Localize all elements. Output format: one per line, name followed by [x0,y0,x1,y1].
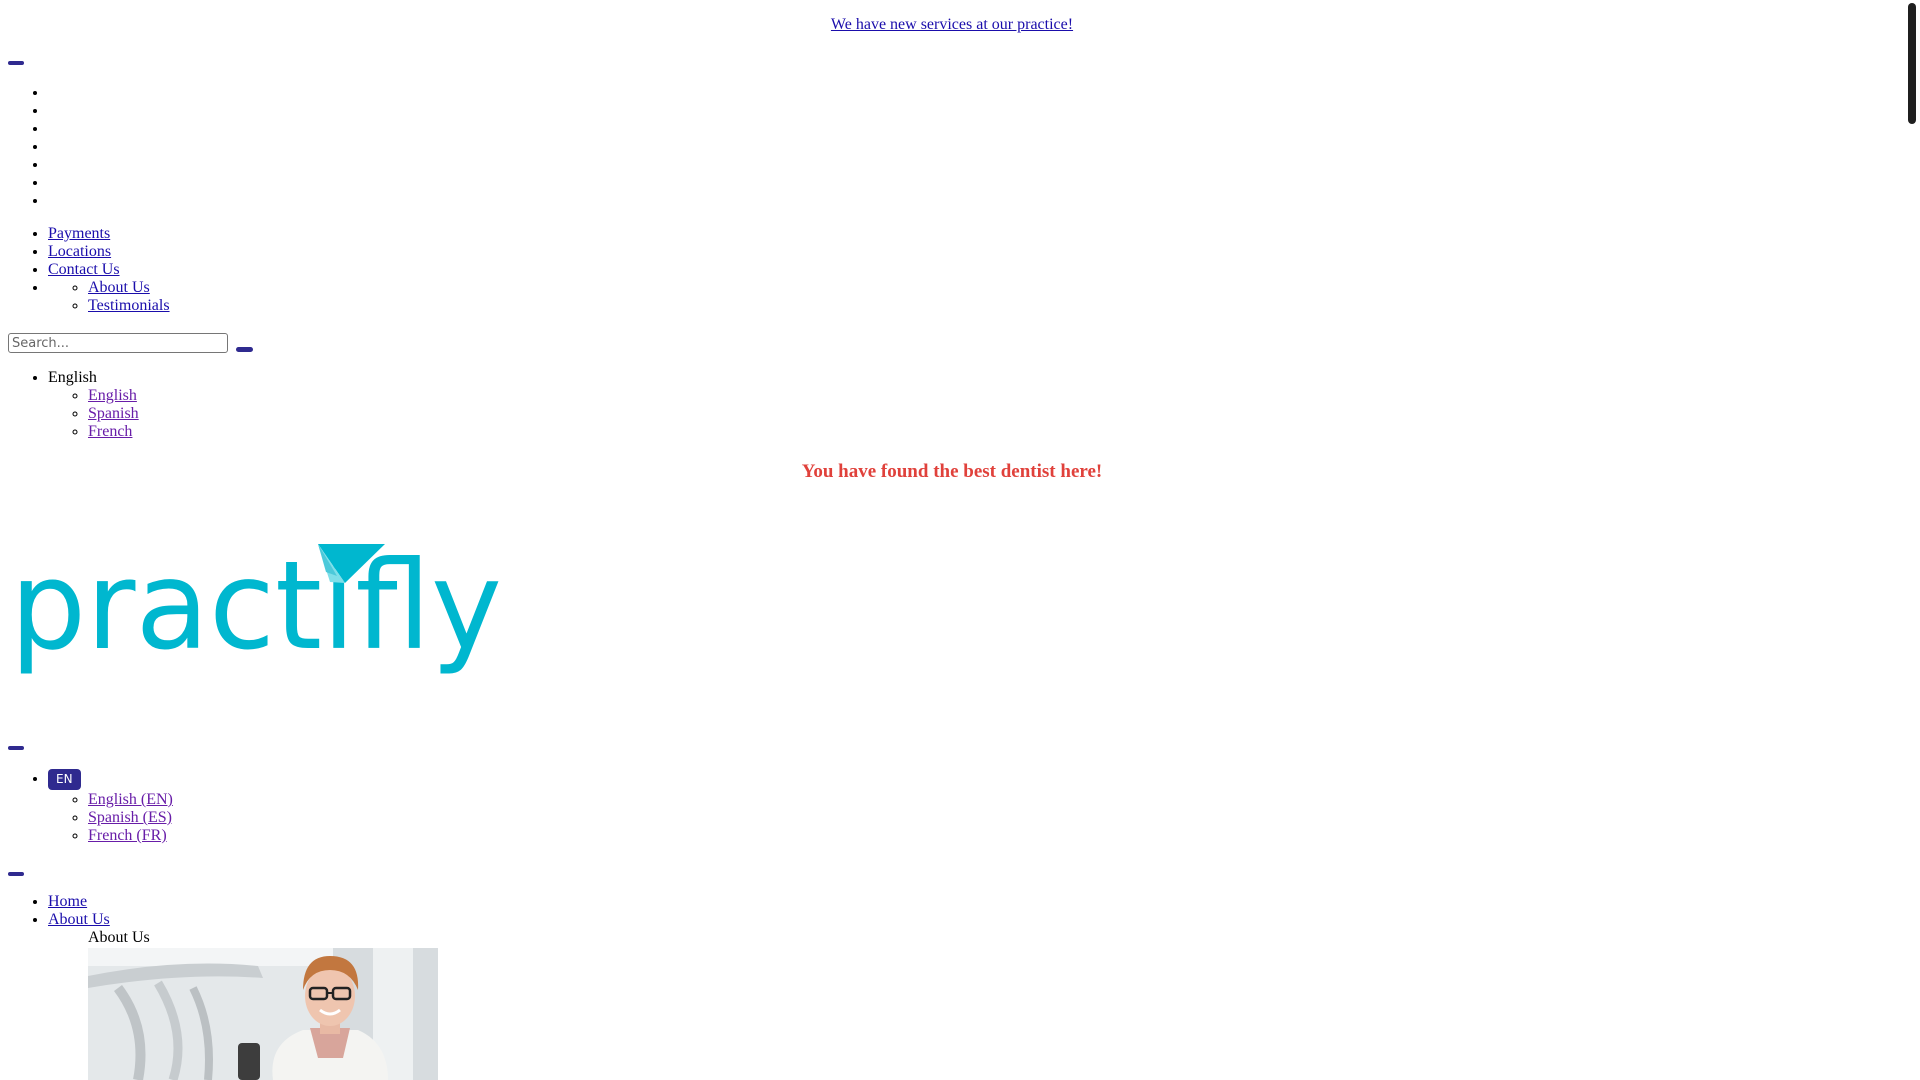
mobile-language-options: English (EN) Spanish (ES) French (FR) [48,791,173,845]
language-menu: English English Spanish French [48,369,139,441]
submenu-item-testimonials: Testimonials [88,297,170,315]
nav-item-about: About Us About Us [48,911,150,947]
language-options: English Spanish French [48,387,139,441]
nav-link-home[interactable]: Home [48,893,87,910]
language-link-spanish[interactable]: Spanish [88,405,139,422]
main-menu-toggle-button[interactable] [8,872,24,876]
language-link-es[interactable]: Spanish (ES) [88,809,172,826]
mobile-menu-toggle-button[interactable] [8,746,24,750]
announcement-link[interactable]: We have new services at our practice! [831,16,1073,33]
submenu-link-about-us[interactable]: About Us [88,279,150,296]
nav-item-payments: Payments [48,225,170,243]
language-badge-button[interactable]: EN [48,769,81,790]
language-link-english[interactable]: English [88,387,137,404]
language-current-label: English [48,369,97,386]
logo-image: practifly [10,535,502,677]
search-input[interactable] [8,333,228,353]
language-badge-item: EN English (EN) Spanish (ES) French (FR) [48,769,173,845]
nav-item-about-group: About Us Testimonials [48,279,170,315]
language-current: English English Spanish French [48,369,139,441]
submenu-link-testimonials[interactable]: Testimonials [88,297,170,314]
language-option-fr: French (FR) [88,827,173,845]
main-nav: Home About Us About Us [48,893,150,947]
dentist-image [88,948,438,1080]
language-link-french[interactable]: French [88,423,132,440]
logo-wordmark: practifly [10,540,502,677]
nav-link-contact-us[interactable]: Contact Us [48,261,120,278]
dentist-photo [88,948,438,1080]
nav-link-payments[interactable]: Payments [48,225,110,242]
language-link-en[interactable]: English (EN) [88,791,173,808]
about-submenu: About Us Testimonials [48,279,170,315]
primary-nav: Payments Locations Contact Us About Us T… [48,225,170,315]
submenu-item-about: About Us [88,279,170,297]
about-heading: About Us [88,929,150,946]
nav-item-locations: Locations [48,243,170,261]
language-link-fr[interactable]: French (FR) [88,827,167,844]
language-option-french: French [88,423,139,441]
nav-item-contact: Contact Us [48,261,170,279]
nav-link-locations[interactable]: Locations [48,243,111,260]
language-option-es: Spanish (ES) [88,809,173,827]
announcement-bar: We have new services at our practice! [0,15,1904,35]
mobile-language-menu: EN English (EN) Spanish (ES) French (FR) [48,769,173,845]
language-option-english: English [88,387,139,405]
tagline: You have found the best dentist here! [801,461,1103,482]
nav-item-home: Home [48,893,150,911]
page-scrollbar[interactable] [1904,0,1920,1080]
language-option-spanish: Spanish [88,405,139,423]
search-button[interactable] [236,347,253,352]
menu-toggle-button[interactable] [8,61,24,65]
language-option-en: English (EN) [88,791,173,809]
about-dropdown: About Us [48,929,150,947]
scrollbar-thumb[interactable] [1908,3,1916,124]
nav-link-about-us[interactable]: About Us [48,911,110,928]
page: We have new services at our practice! Pa… [0,0,1904,1080]
practifly-logo[interactable]: practifly [10,535,510,685]
